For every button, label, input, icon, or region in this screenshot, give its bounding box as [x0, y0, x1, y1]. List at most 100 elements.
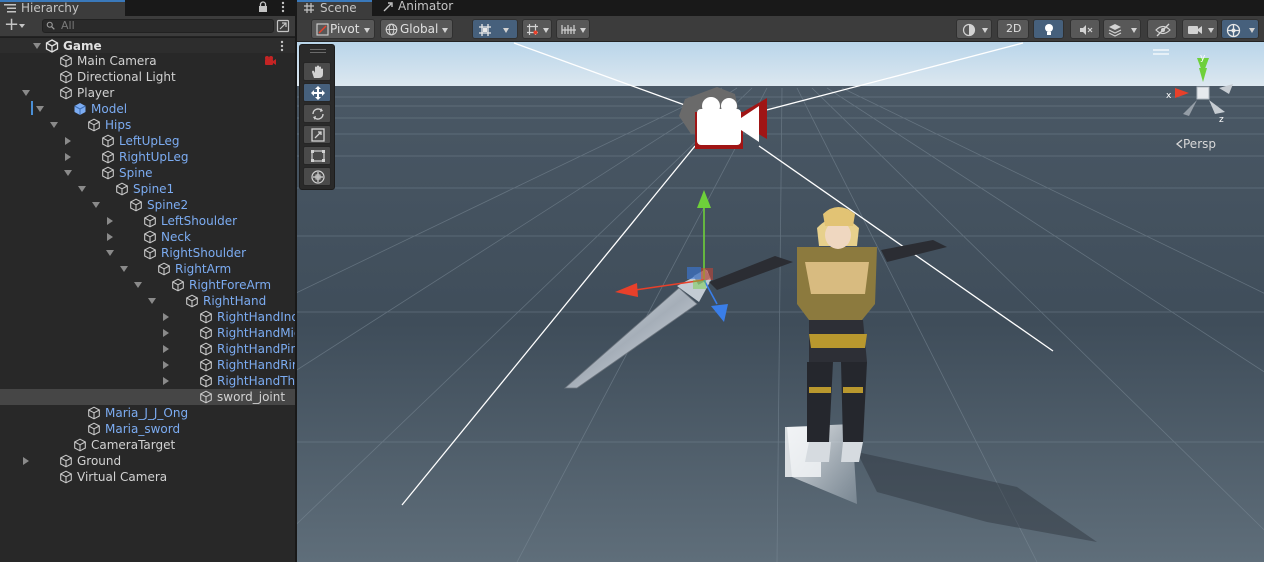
chevron-down-icon [580, 28, 586, 33]
orientation-gizmo[interactable]: x y z [1163, 52, 1243, 132]
globe-icon [385, 23, 398, 36]
tree-row[interactable]: Spine2 [0, 197, 295, 213]
expand-arrow-closed-icon[interactable] [65, 137, 71, 145]
expand-arrow-open-icon[interactable] [50, 122, 58, 128]
expand-arrow-open-icon[interactable] [64, 170, 72, 176]
tree-row[interactable]: Ground [0, 453, 295, 469]
chevron-down-icon [19, 24, 25, 28]
gameobject-icon [88, 422, 100, 436]
rotate-tool[interactable] [303, 104, 331, 123]
tree-row-label: RightHand [203, 294, 267, 308]
expand-arrow-closed-icon[interactable] [65, 153, 71, 161]
increment-snap-dropdown[interactable] [556, 19, 590, 39]
transform-tool[interactable] [303, 167, 331, 186]
tree-row[interactable]: Spine [0, 165, 295, 181]
mode-2d-toggle[interactable]: 2D [997, 19, 1029, 39]
tree-row[interactable]: RightShoulder [0, 245, 295, 261]
hierarchy-panel: Hierarchy + All Game Main Camera Direction… [0, 0, 295, 562]
shading-mode-dropdown[interactable] [956, 19, 992, 39]
projection-toggle[interactable]: Persp [1183, 137, 1216, 151]
drag-handle[interactable] [310, 49, 326, 53]
scale-tool[interactable] [303, 125, 331, 144]
expand-arrow-closed-icon[interactable] [23, 457, 29, 465]
search-input[interactable]: All [42, 19, 274, 33]
hierarchy-toolbar: + All [0, 15, 295, 37]
gizmos-dropdown[interactable] [1221, 19, 1259, 39]
grid-snap-toggle[interactable] [472, 19, 518, 39]
add-object-button[interactable]: + [4, 15, 34, 35]
effects-dropdown[interactable] [1103, 19, 1141, 39]
tree-row[interactable]: Maria_J_J_Ong [0, 405, 295, 421]
tree-row[interactable]: Main Camera [0, 53, 295, 69]
rect-tool[interactable] [303, 146, 331, 165]
expand-arrow-closed-icon[interactable] [163, 377, 169, 385]
kebab-menu-icon[interactable] [278, 0, 288, 14]
tree-row[interactable]: Directional Light [0, 69, 295, 85]
gizmos-globe-icon [1226, 23, 1241, 38]
tree-row[interactable]: RightUpLeg [0, 149, 295, 165]
tree-row[interactable]: RightHandInd [0, 309, 295, 325]
tree-row[interactable]: Player [0, 85, 295, 101]
tree-row[interactable]: Spine1 [0, 181, 295, 197]
expand-arrow-open-icon[interactable] [92, 202, 100, 208]
snap-increment-dropdown[interactable] [522, 19, 552, 39]
tree-row[interactable]: sword_joint [0, 389, 295, 405]
tree-row-label: Model [91, 102, 128, 116]
search-placeholder: All [61, 19, 75, 32]
move-tool[interactable] [303, 83, 331, 102]
tab-scene[interactable]: Scene [297, 0, 372, 16]
expand-arrow-open-icon[interactable] [148, 298, 156, 304]
expand-arrow-closed-icon[interactable] [163, 361, 169, 369]
move-arrows-icon [311, 86, 325, 100]
camera-icon [1188, 26, 1202, 34]
expand-arrow-closed-icon[interactable] [163, 345, 169, 353]
expand-arrow-open-icon[interactable] [22, 90, 30, 96]
tree-row[interactable]: Maria_sword [0, 421, 295, 437]
expand-arrow-open-icon[interactable] [106, 250, 114, 256]
tree-row[interactable]: Virtual Camera [0, 469, 295, 485]
pivot-dropdown[interactable]: Pivot [311, 19, 375, 39]
tree-row-label: CameraTarget [91, 438, 176, 452]
expand-arrow-closed-icon[interactable] [107, 217, 113, 225]
tree-row-label: Main Camera [77, 54, 157, 68]
audio-toggle[interactable] [1070, 19, 1100, 39]
scene-visibility-icon[interactable] [276, 19, 290, 33]
lighting-toggle[interactable] [1033, 19, 1064, 39]
tree-row[interactable]: RightHandMic [0, 325, 295, 341]
kebab-menu-icon[interactable] [279, 39, 285, 53]
tree-row[interactable]: LeftShoulder [0, 213, 295, 229]
tree-row[interactable]: RightForeArm [0, 277, 295, 293]
expand-arrow-open-icon[interactable] [120, 266, 128, 272]
scene-view-canvas [297, 42, 1264, 562]
tree-row[interactable]: LeftUpLeg [0, 133, 295, 149]
expand-arrow-closed-icon[interactable] [163, 329, 169, 337]
tree-row[interactable]: Hips [0, 117, 295, 133]
tree-row[interactable]: RightHand [0, 293, 295, 309]
scene-root-row[interactable]: Game [0, 37, 295, 53]
expand-arrow-closed-icon[interactable] [107, 233, 113, 241]
scene-visibility-toggle[interactable] [1147, 19, 1177, 39]
expand-arrow-open-icon[interactable] [134, 282, 142, 288]
tree-row[interactable]: RightHandRin [0, 357, 295, 373]
scene-viewport[interactable]: x y z Persp [297, 42, 1264, 562]
tree-row[interactable]: RightHandThu [0, 373, 295, 389]
global-dropdown[interactable]: Global [380, 19, 453, 39]
tree-row[interactable]: Neck [0, 229, 295, 245]
expand-arrow-open-icon[interactable] [33, 43, 41, 49]
tree-row[interactable]: RightArm [0, 261, 295, 277]
tab-animator[interactable]: Animator [378, 0, 458, 16]
chevron-down-icon [1208, 28, 1214, 33]
tree-row-label: Game [63, 39, 102, 53]
scene-camera-dropdown[interactable] [1182, 19, 1218, 39]
hand-tool[interactable] [303, 62, 331, 81]
lock-icon[interactable] [258, 1, 268, 13]
expand-arrow-open-icon[interactable] [36, 106, 44, 112]
expand-arrow-closed-icon[interactable] [163, 313, 169, 321]
tree-row-label: RightHandMic [217, 326, 295, 340]
expand-arrow-open-icon[interactable] [78, 186, 86, 192]
tree-row[interactable]: Model [0, 101, 295, 117]
tree-row[interactable]: CameraTarget [0, 437, 295, 453]
tree-row-label: Spine2 [147, 198, 189, 212]
tree-row[interactable]: RightHandPin [0, 341, 295, 357]
selection-marker [31, 101, 33, 115]
